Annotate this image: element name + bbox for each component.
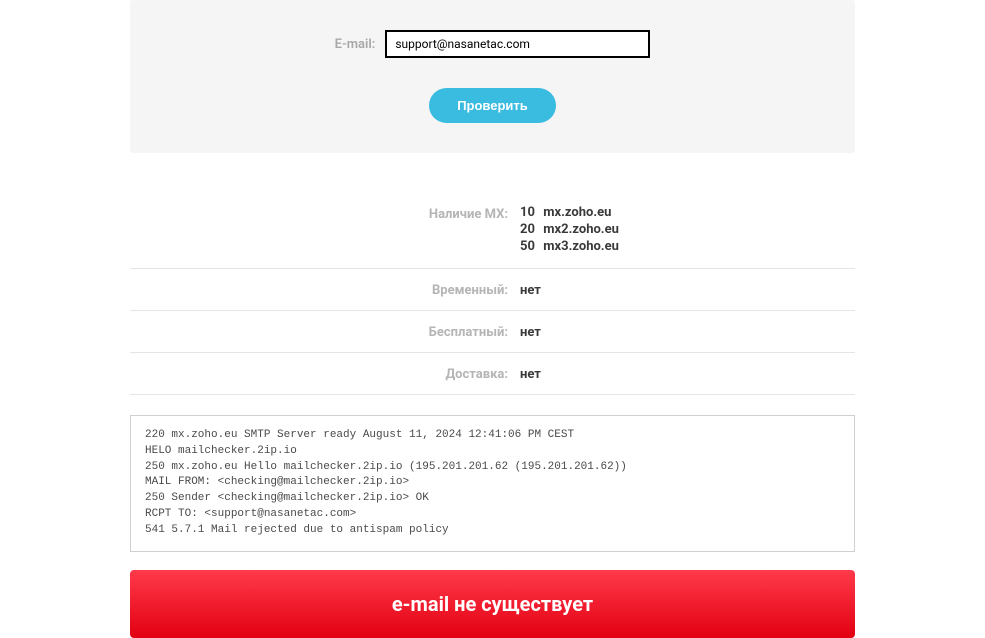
delivery-row: Доставка: нет — [130, 353, 855, 395]
email-label: E-mail: — [335, 37, 376, 52]
temporary-label: Временный: — [130, 281, 520, 298]
mx-label: Наличие MX: — [130, 205, 520, 222]
email-row: E-mail: — [130, 30, 855, 58]
status-banner: e-mail не существует — [130, 570, 855, 638]
mx-row: Наличие MX: 10 mx.zoho.eu 20 mx2.zoho.eu… — [130, 193, 855, 269]
check-form-panel: E-mail: Проверить — [130, 0, 855, 153]
smtp-log: 220 mx.zoho.eu SMTP Server ready August … — [130, 415, 855, 553]
mx-records-list: 10 mx.zoho.eu 20 mx2.zoho.eu 50 mx3.zoho… — [520, 205, 619, 256]
temporary-row: Временный: нет — [130, 269, 855, 311]
temporary-value: нет — [520, 281, 541, 298]
free-label: Бесплатный: — [130, 323, 520, 340]
check-button[interactable]: Проверить — [429, 88, 556, 123]
mx-record: 20 mx2.zoho.eu — [520, 222, 619, 239]
results-table: Наличие MX: 10 mx.zoho.eu 20 mx2.zoho.eu… — [130, 193, 855, 395]
email-input[interactable] — [385, 30, 650, 58]
free-value: нет — [520, 323, 541, 340]
mx-record: 50 mx3.zoho.eu — [520, 239, 619, 256]
free-row: Бесплатный: нет — [130, 311, 855, 353]
mx-record: 10 mx.zoho.eu — [520, 205, 619, 222]
delivery-label: Доставка: — [130, 365, 520, 382]
delivery-value: нет — [520, 365, 541, 382]
